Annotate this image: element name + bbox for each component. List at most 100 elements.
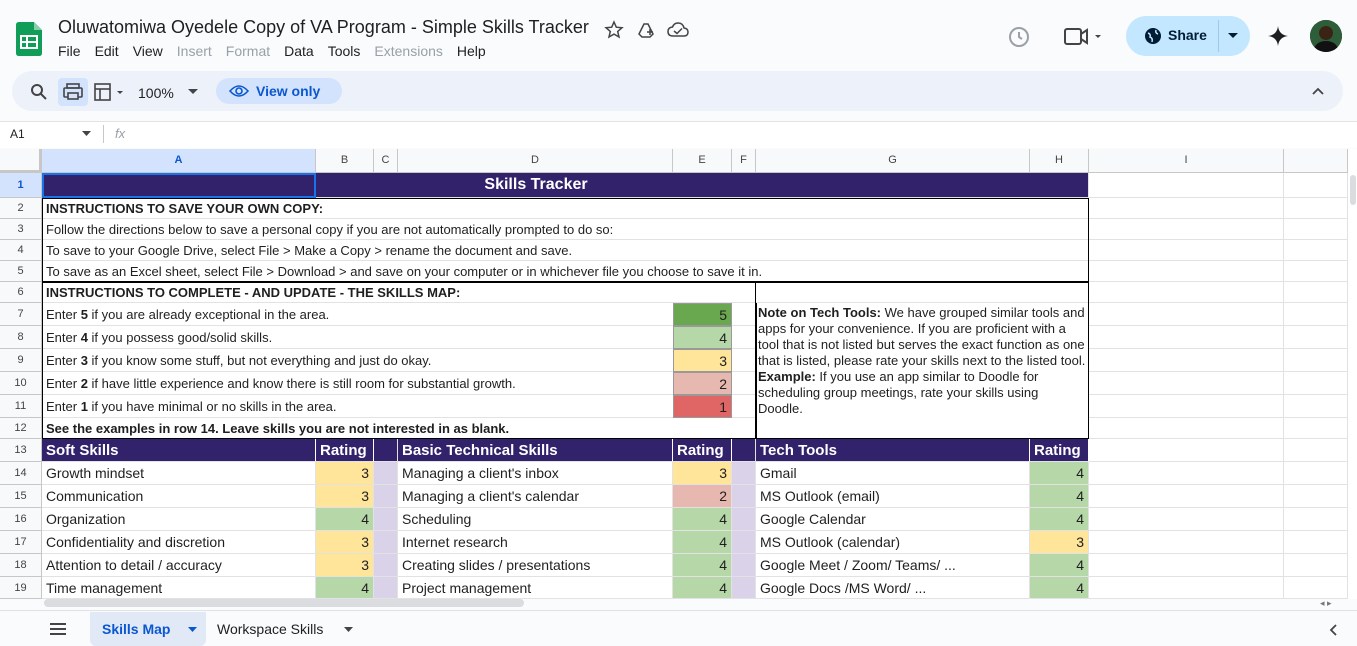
tech-tool-rating[interactable]: 4	[1030, 508, 1089, 531]
instruction-save-line3[interactable]: To save as an Excel sheet, select File >…	[42, 261, 1089, 282]
selected-cell-a1[interactable]	[42, 173, 316, 198]
instruction-save-heading[interactable]: INSTRUCTIONS TO SAVE YOUR OWN COPY:	[42, 198, 1089, 219]
row-header-10[interactable]: 10	[0, 372, 42, 395]
tech-tool-name[interactable]: Google Meet / Zoom/ Teams/ ...	[756, 554, 1030, 577]
soft-skill-rating[interactable]: 3	[316, 554, 374, 577]
menu-data[interactable]: Data	[284, 43, 314, 59]
scale-instruction-3[interactable]: Enter 3 if you know some stuff, but not …	[42, 349, 673, 372]
tech-tool-rating[interactable]: 4	[1030, 462, 1089, 485]
instruction-save-line2[interactable]: To save to your Google Drive, select Fil…	[42, 240, 1089, 261]
row-header-12[interactable]: 12	[0, 418, 42, 439]
menu-help[interactable]: Help	[457, 43, 486, 59]
basic-skill-name[interactable]: Scheduling	[398, 508, 673, 531]
scale-instruction-1[interactable]: Enter 1 if you have minimal or no skills…	[42, 395, 673, 418]
instruction-save-line1[interactable]: Follow the directions below to save a pe…	[42, 219, 1089, 240]
soft-skill-rating[interactable]: 3	[316, 485, 374, 508]
soft-skill-name[interactable]: Organization	[42, 508, 316, 531]
empty-cell[interactable]	[1284, 485, 1348, 508]
empty-cell[interactable]	[1089, 508, 1284, 531]
search-icon[interactable]	[30, 83, 48, 101]
basic-skill-name[interactable]: Managing a client's inbox	[398, 462, 673, 485]
empty-cell[interactable]	[1089, 485, 1284, 508]
column-header-i[interactable]: I	[1089, 149, 1284, 173]
row-header-1[interactable]: 1	[0, 173, 42, 198]
soft-skill-name[interactable]: Confidentiality and discretion	[42, 531, 316, 554]
all-sheets-menu-icon[interactable]	[50, 623, 66, 635]
column-header-a[interactable]: A	[42, 149, 316, 173]
name-box[interactable]: A1	[10, 127, 25, 141]
scale-swatch-2[interactable]: 2	[673, 372, 732, 395]
zoom-select[interactable]: 100%	[138, 85, 174, 101]
column-header-f[interactable]: F	[732, 149, 756, 173]
sidebar-collapse-icon[interactable]	[1328, 624, 1338, 636]
empty-cell[interactable]	[1284, 326, 1348, 349]
row-header-17[interactable]: 17	[0, 531, 42, 554]
menu-insert[interactable]: Insert	[177, 43, 212, 59]
document-title[interactable]: Oluwatomiwa Oyedele Copy of VA Program -…	[58, 17, 589, 38]
scale-instruction-5[interactable]: Enter 5 if you are already exceptional i…	[42, 303, 673, 326]
empty-cell[interactable]	[1284, 240, 1348, 261]
zoom-dropdown-icon[interactable]	[188, 89, 198, 95]
print-button[interactable]	[58, 78, 88, 106]
empty-cell[interactable]	[1089, 282, 1284, 303]
soft-skill-name[interactable]: Attention to detail / accuracy	[42, 554, 316, 577]
row-header-13[interactable]: 13	[0, 439, 42, 462]
tech-tool-name[interactable]: Google Docs /MS Word/ ...	[756, 577, 1030, 599]
row-header-19[interactable]: 19	[0, 577, 42, 599]
empty-cell[interactable]	[1089, 439, 1284, 462]
tab-dropdown-icon[interactable]	[188, 627, 197, 632]
tech-tool-name[interactable]: Google Calendar	[756, 508, 1030, 531]
row-header-15[interactable]: 15	[0, 485, 42, 508]
basic-skill-rating[interactable]: 3	[673, 462, 732, 485]
column-header-c[interactable]: C	[374, 149, 398, 173]
empty-cell[interactable]	[1089, 349, 1284, 372]
column-header-e[interactable]: E	[673, 149, 732, 173]
horizontal-scrollbar[interactable]	[44, 599, 524, 607]
empty-cell[interactable]	[1284, 198, 1348, 219]
soft-skill-name[interactable]: Growth mindset	[42, 462, 316, 485]
scale-instruction-2[interactable]: Enter 2 if have little experience and kn…	[42, 372, 673, 395]
basic-skill-rating[interactable]: 4	[673, 508, 732, 531]
cloud-status-icon[interactable]	[667, 20, 689, 40]
row-header-16[interactable]: 16	[0, 508, 42, 531]
scroll-arrows-icon[interactable]: ◂ ▸	[1320, 598, 1332, 609]
row-header-2[interactable]: 2	[0, 198, 42, 219]
empty-cell[interactable]	[1089, 173, 1284, 198]
column-header-d[interactable]: D	[398, 149, 673, 173]
empty-cell[interactable]	[1284, 554, 1348, 577]
basic-skill-name[interactable]: Project management	[398, 577, 673, 599]
tab-workspace-skills[interactable]: Workspace Skills	[217, 621, 323, 637]
empty-cell[interactable]	[1284, 349, 1348, 372]
soft-skill-rating[interactable]: 4	[316, 508, 374, 531]
empty-cell[interactable]	[1089, 418, 1284, 439]
empty-cell[interactable]	[1284, 173, 1348, 198]
tech-tool-rating[interactable]: 4	[1030, 485, 1089, 508]
instruction-complete-heading[interactable]: INSTRUCTIONS TO COMPLETE - AND UPDATE - …	[42, 282, 756, 303]
tech-tool-name[interactable]: MS Outlook (email)	[756, 485, 1030, 508]
vertical-scrollbar[interactable]	[1350, 175, 1356, 205]
empty-cell[interactable]	[1284, 303, 1348, 326]
empty-cell[interactable]	[1089, 198, 1284, 219]
column-header-h[interactable]: H	[1030, 149, 1089, 173]
scale-instruction-4[interactable]: Enter 4 if you possess good/solid skills…	[42, 326, 673, 349]
empty-cell[interactable]	[1089, 462, 1284, 485]
menu-file[interactable]: File	[58, 43, 81, 59]
tab-dropdown-icon[interactable]	[344, 627, 353, 632]
select-all-corner[interactable]	[0, 149, 42, 173]
soft-skill-name[interactable]: Time management	[42, 577, 316, 599]
row-header-18[interactable]: 18	[0, 554, 42, 577]
empty-cell[interactable]	[1284, 531, 1348, 554]
tech-tool-rating[interactable]: 4	[1030, 577, 1089, 599]
menu-view[interactable]: View	[133, 43, 163, 59]
row-header-3[interactable]: 3	[0, 219, 42, 240]
scale-swatch-3[interactable]: 3	[673, 349, 732, 372]
empty-cell[interactable]	[1089, 326, 1284, 349]
row-header-14[interactable]: 14	[0, 462, 42, 485]
header-soft-skills[interactable]: Soft Skills	[42, 439, 316, 462]
empty-cell[interactable]	[1089, 395, 1284, 418]
empty-cell[interactable]	[1089, 577, 1284, 599]
basic-skill-rating[interactable]: 4	[673, 577, 732, 599]
empty-cell[interactable]	[1284, 395, 1348, 418]
row-header-8[interactable]: 8	[0, 326, 42, 349]
collapse-toolbar-icon[interactable]	[1312, 87, 1324, 95]
